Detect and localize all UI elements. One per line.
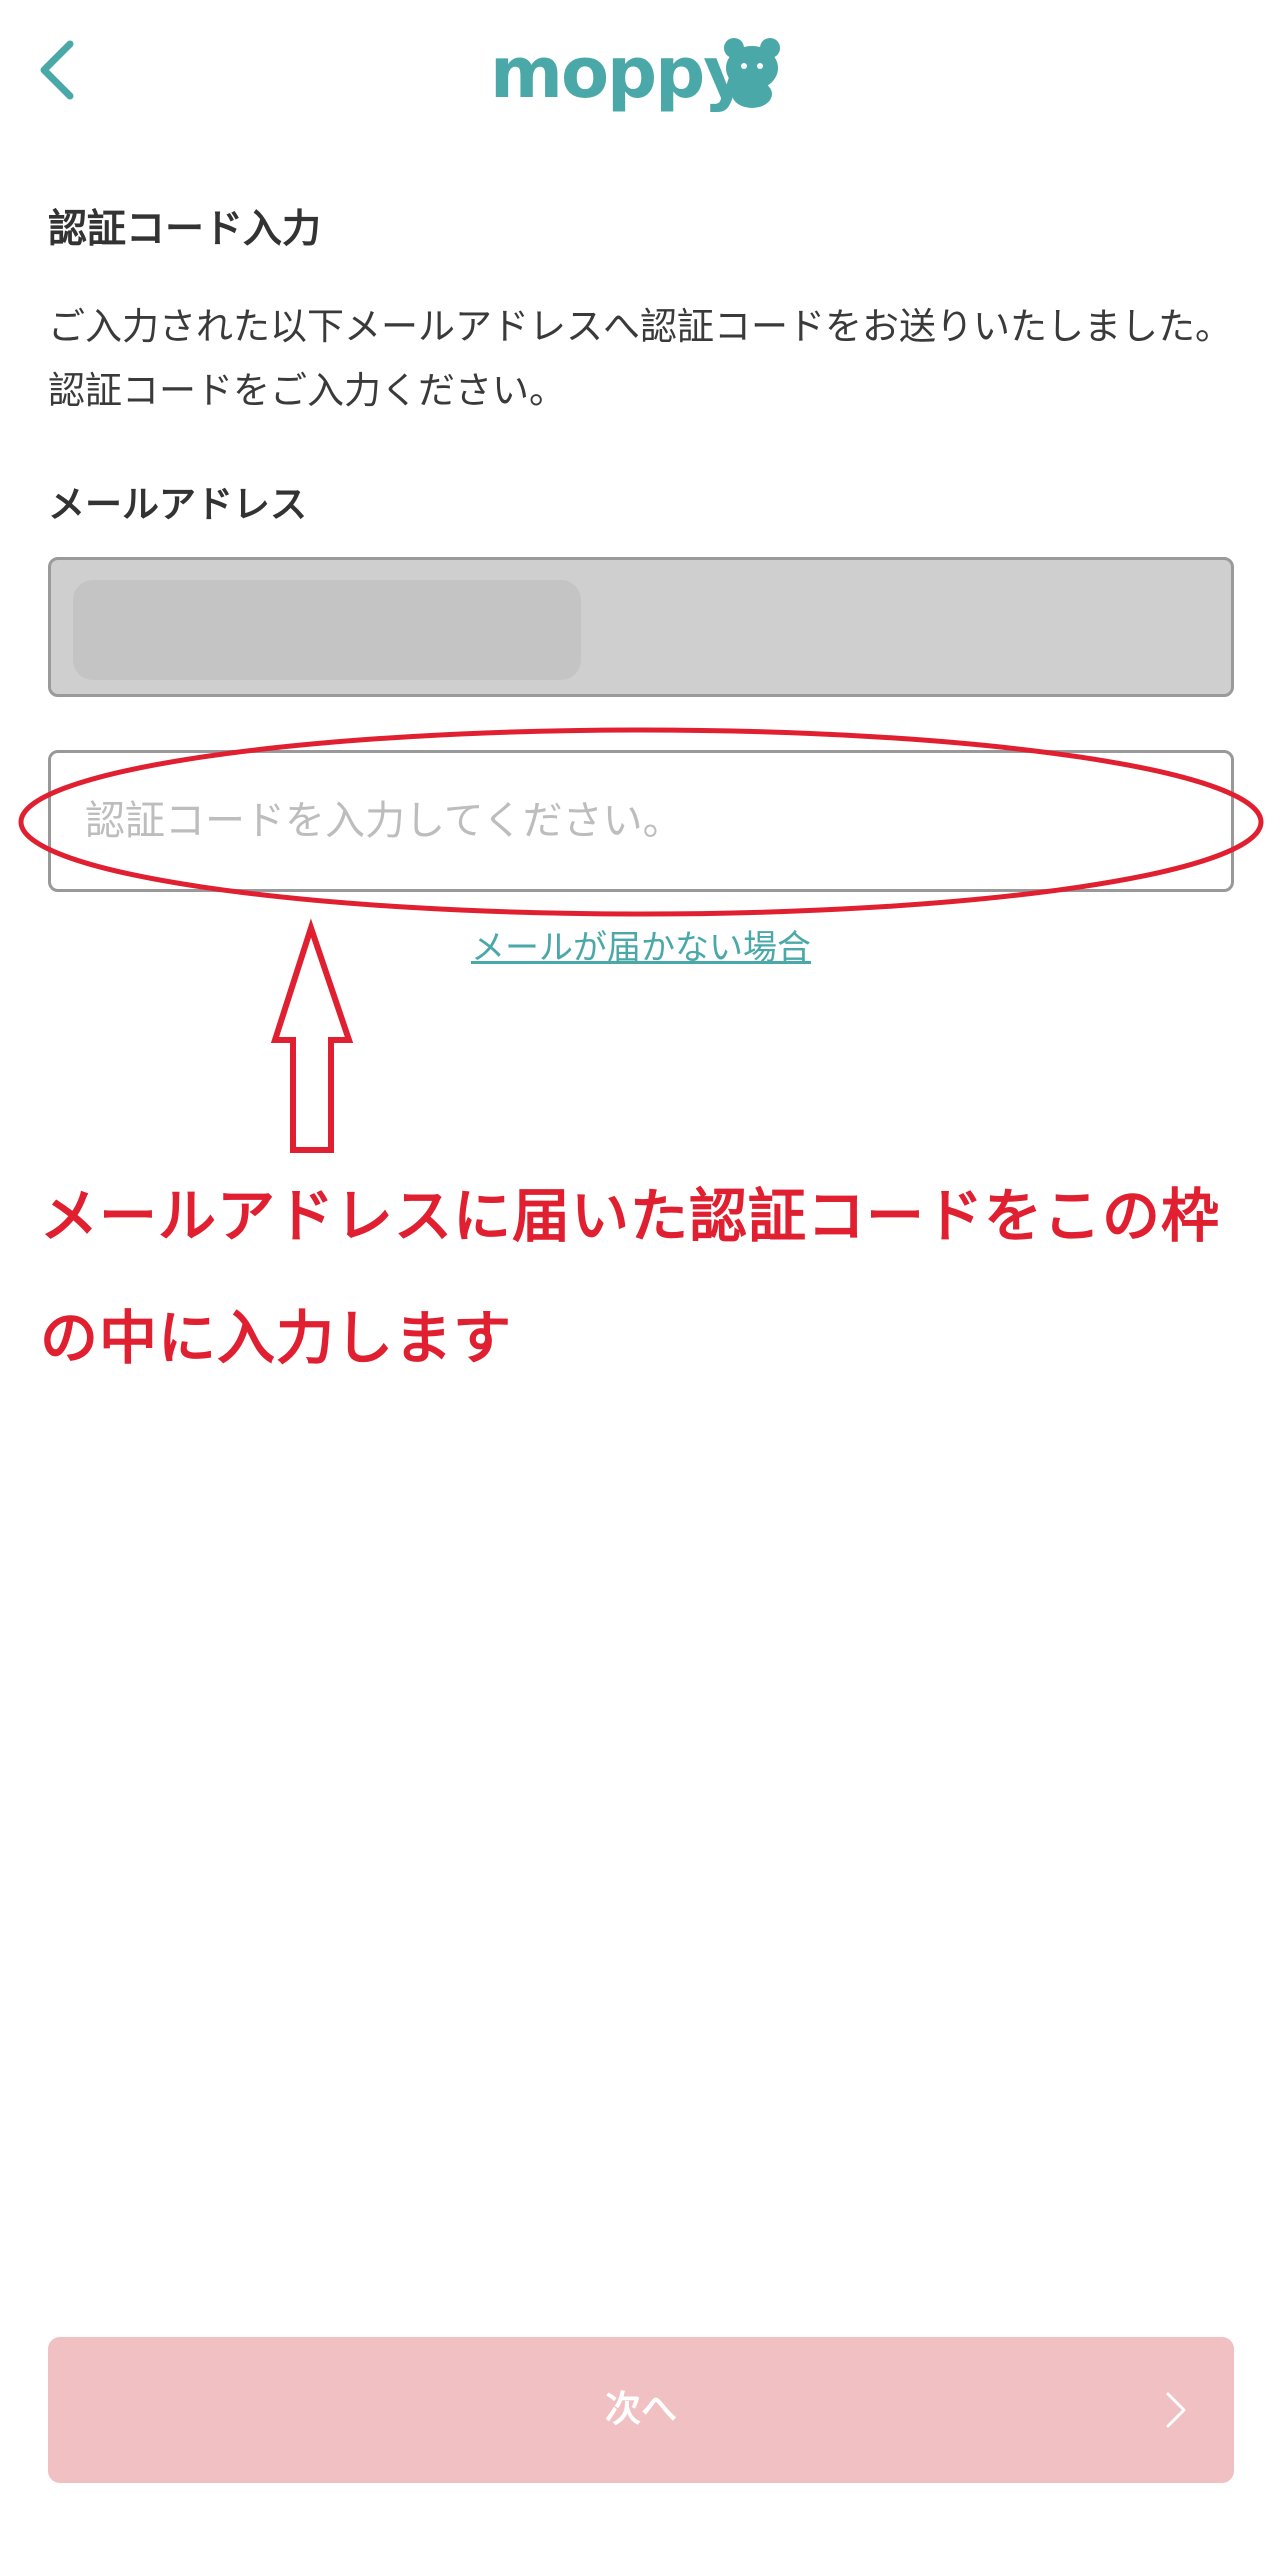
logo-text: moppy xyxy=(490,32,749,114)
email-not-received-link[interactable]: メールが届かない場合 xyxy=(0,920,1282,976)
app-header: moppy xyxy=(0,0,1282,150)
moppy-logo: moppy xyxy=(490,28,790,118)
instruction-text: ご入力された以下メールアドレスへ認証コードをお送りいたしました。認証コードをご入… xyxy=(48,305,1232,412)
next-button[interactable]: 次へ xyxy=(48,2337,1234,2483)
chevron-right-icon xyxy=(1166,2392,1186,2428)
mascot-icon xyxy=(724,38,780,108)
chevron-left-icon xyxy=(40,40,74,100)
email-label: メールアドレス xyxy=(48,483,307,526)
back-button[interactable] xyxy=(30,30,90,110)
page-title: 認証コード入力 xyxy=(48,207,322,252)
annotation-text: メールアドレスに届いた認証コードをこの枠の中に入力します xyxy=(40,1182,1221,1372)
verification-code-input[interactable] xyxy=(48,750,1234,892)
email-field xyxy=(48,557,1234,697)
next-button-label: 次へ xyxy=(604,2389,677,2430)
redacted-email xyxy=(73,580,581,680)
